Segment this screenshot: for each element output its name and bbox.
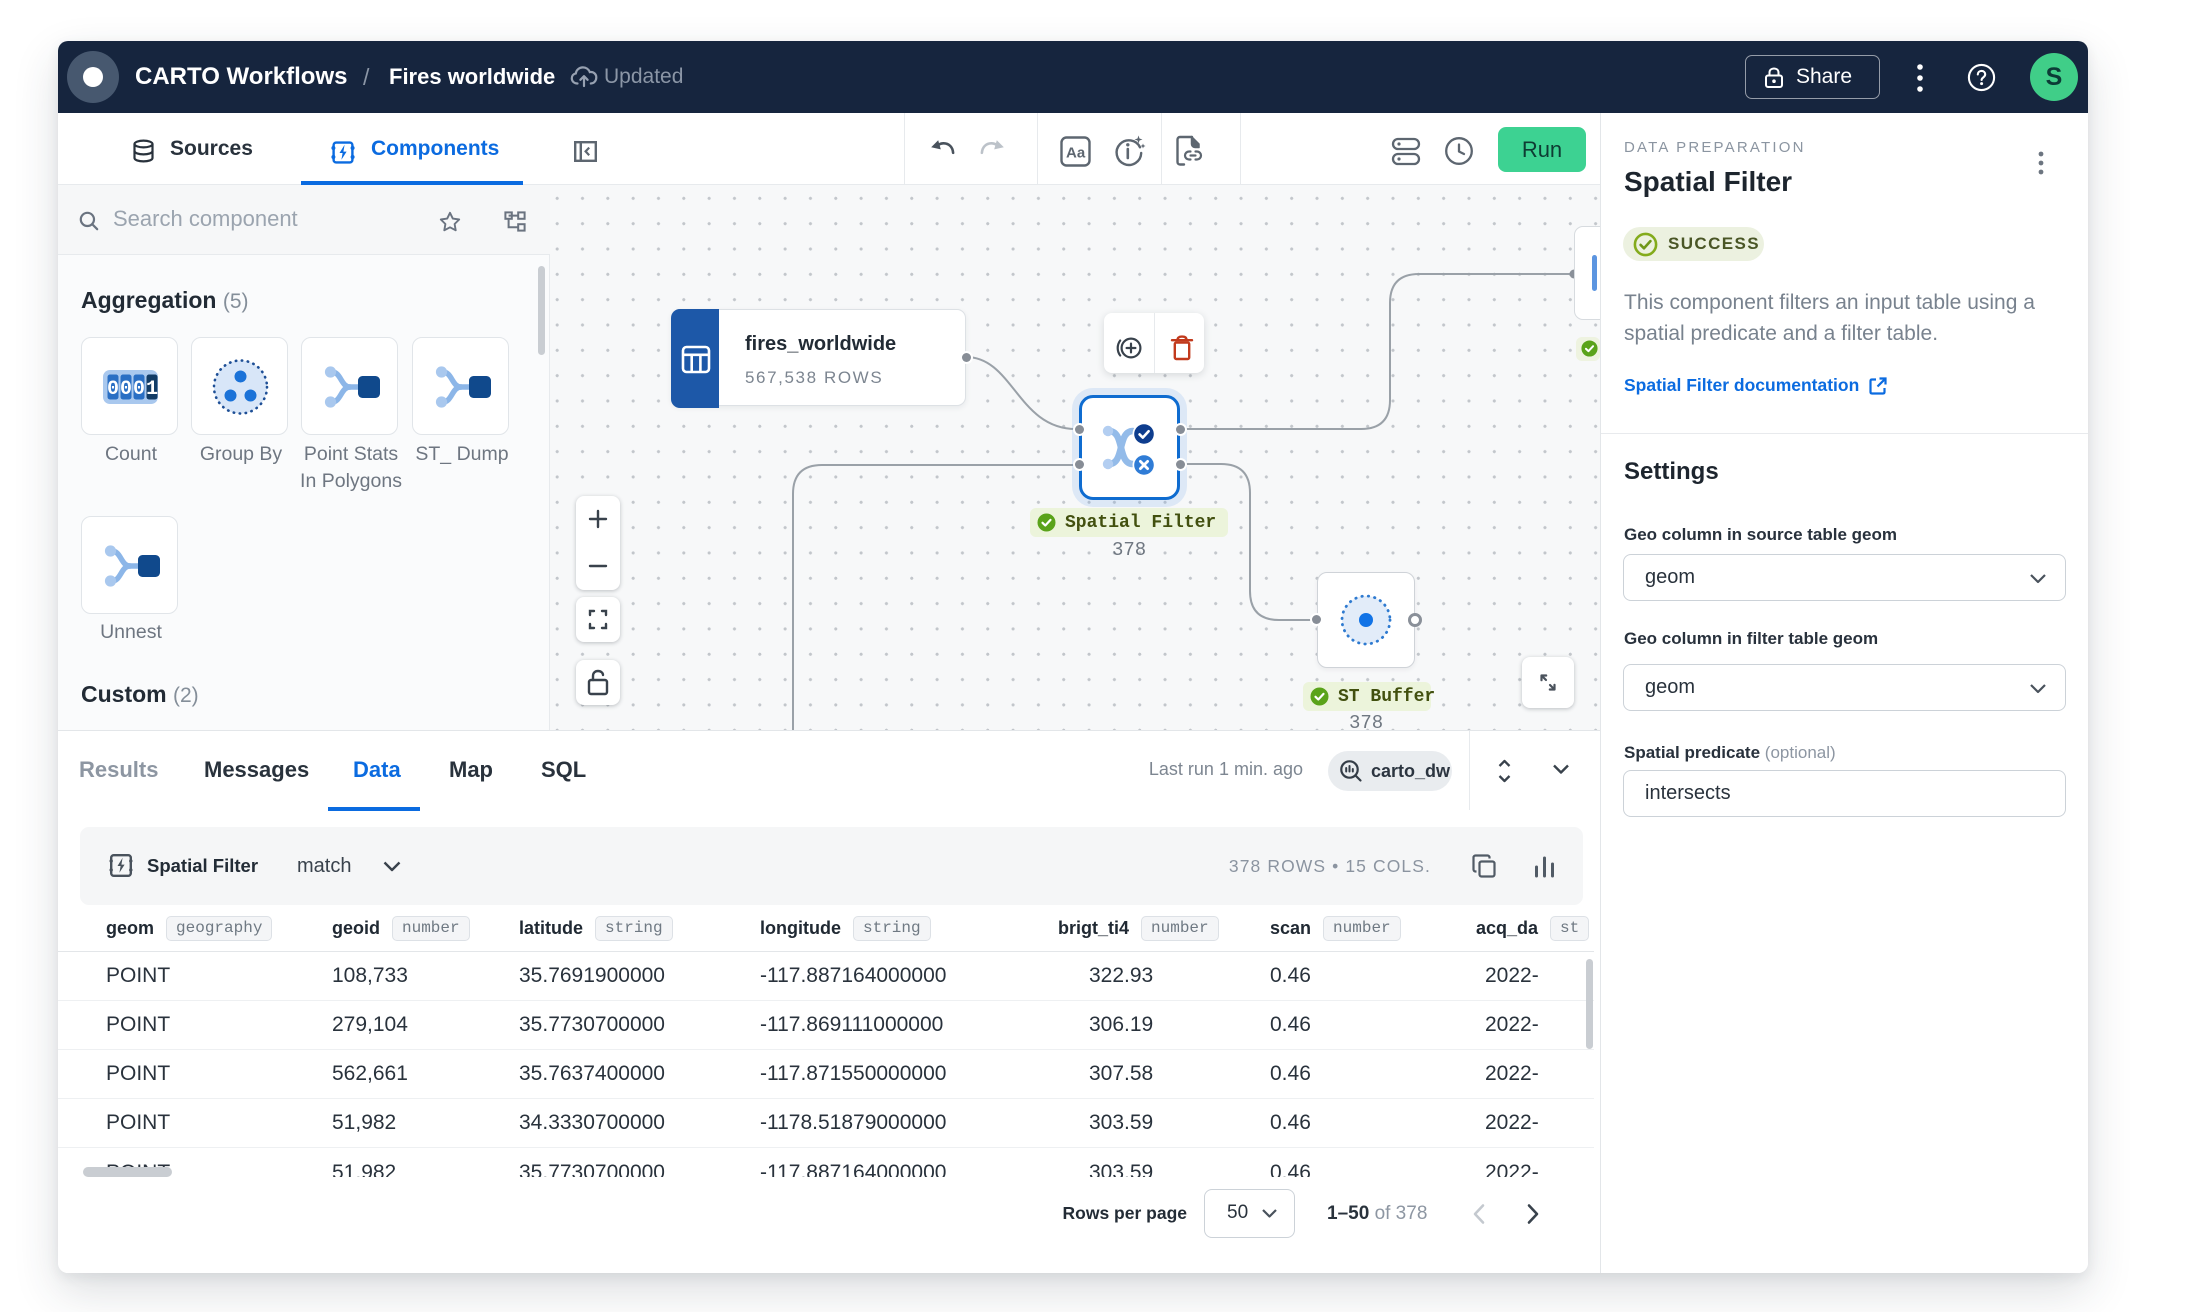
svg-text:0: 0: [120, 378, 132, 401]
svg-text:Aa: Aa: [1066, 145, 1086, 162]
svg-text:0: 0: [133, 378, 145, 401]
svg-text:1: 1: [146, 378, 158, 401]
svg-text:0: 0: [107, 378, 119, 401]
